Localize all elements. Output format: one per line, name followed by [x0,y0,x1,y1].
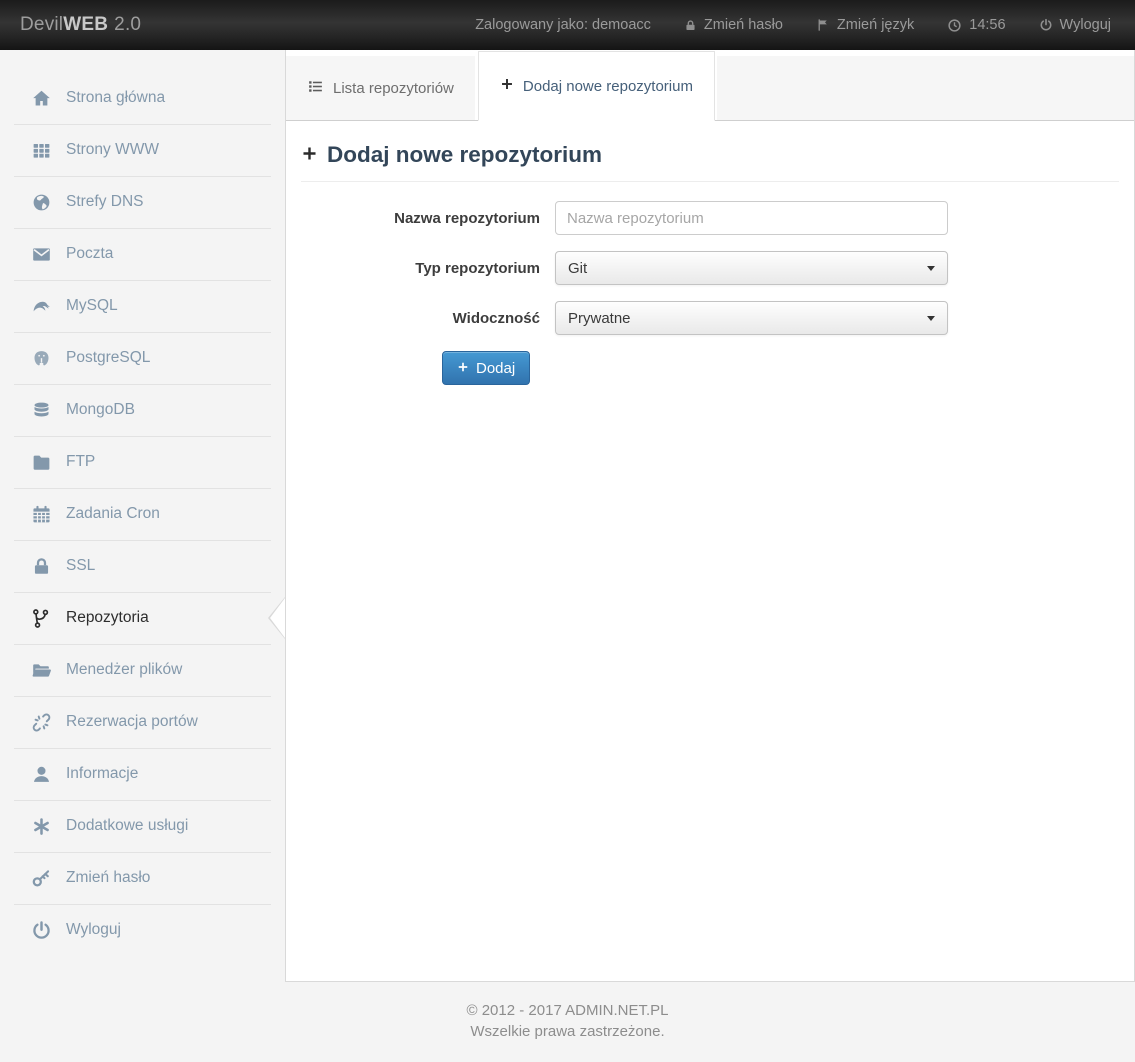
folder-open-icon [29,660,53,681]
sidebar-item-change-password[interactable]: Zmień hasło [0,852,285,904]
tab-bar-filler [717,56,1134,120]
git-fork-icon [29,608,53,629]
power-icon [29,920,53,941]
change-password-link[interactable]: Zmień hasło [684,17,783,33]
add-button[interactable]: Dodaj [442,351,530,385]
grid-icon [29,140,53,161]
form-row-type: Typ repozytorium Git [301,251,1119,285]
calendar-icon [29,504,53,525]
active-item-notch [270,598,285,638]
tab-label: Lista repozytoriów [333,80,454,97]
sidebar-item-label: MySQL [66,297,118,315]
sidebar-item-home[interactable]: Strona główna [0,72,285,124]
sidebar-item-label: Zmień hasło [66,869,150,887]
app-logo[interactable]: DevilWEB2.0 [20,14,141,36]
folder-icon [29,452,53,473]
sidebar-item-additional-services[interactable]: Dodatkowe usługi [0,800,285,852]
plus-icon [301,142,318,168]
content-card: Lista repozytoriów Dodaj nowe repozytori… [285,50,1135,982]
sidebar-item-logout[interactable]: Wyloguj [0,904,285,956]
sidebar-item-label: Dodatkowe usługi [66,817,188,835]
sidebar-item-file-manager[interactable]: Menedżer plików [0,644,285,696]
key-icon [29,868,53,889]
repo-type-label: Typ repozytorium [301,260,555,277]
tab-add-repo[interactable]: Dodaj nowe repozytorium [478,51,715,121]
mysql-dolphin-icon [29,296,53,317]
home-icon [29,88,53,109]
chain-broken-icon [29,712,53,733]
main-content: Dodaj nowe repozytorium Nazwa repozytori… [286,142,1134,385]
visibility-select[interactable]: Prywatne [555,301,948,335]
header-menu: Zalogowany jako: demoacc Zmień hasło Zmi… [475,17,1111,33]
add-repo-form: Nazwa repozytorium Typ repozytorium Git … [301,201,1119,385]
repo-type-select[interactable]: Git [555,251,948,285]
sidebar-item-mail[interactable]: Poczta [0,228,285,280]
sidebar-item-label: Menedżer plików [66,661,182,679]
sidebar-item-label: SSL [66,557,95,575]
tab-bar: Lista repozytoriów Dodaj nowe repozytori… [286,50,1134,121]
sidebar-item-label: PostgreSQL [66,349,150,367]
lock-icon [684,19,697,32]
sidebar-item-information[interactable]: Informacje [0,748,285,800]
form-actions: Dodaj [442,351,1119,385]
sidebar-item-label: FTP [66,453,95,471]
power-icon [1039,18,1053,32]
selected-value: Git [568,260,587,277]
form-row-name: Nazwa repozytorium [301,201,1119,235]
sidebar-item-dns[interactable]: Strefy DNS [0,176,285,228]
sidebar: Strona główna Strony WWW Strefy DNS Pocz… [0,50,285,956]
sidebar-item-label: Strefy DNS [66,193,144,211]
sidebar-item-repositories[interactable]: Repozytoria [0,592,285,644]
plus-icon [457,360,469,377]
lock-icon [29,556,53,577]
sidebar-item-postgresql[interactable]: PostgreSQL [0,332,285,384]
repo-name-label: Nazwa repozytorium [301,210,555,227]
plus-icon [500,77,514,95]
list-icon [307,78,324,99]
visibility-label: Widoczność [301,310,555,327]
page-title: Dodaj nowe repozytorium [301,142,1119,182]
sidebar-item-ssl[interactable]: SSL [0,540,285,592]
chevron-down-icon [927,316,935,321]
user-icon [29,764,53,785]
tab-repo-list[interactable]: Lista repozytoriów [286,56,475,120]
top-header-bar: DevilWEB2.0 Zalogowany jako: demoacc Zmi… [0,0,1135,50]
sidebar-item-mysql[interactable]: MySQL [0,280,285,332]
page-footer: © 2012 - 2017 ADMIN.NET.PL Wszelkie praw… [0,1000,1135,1042]
sidebar-item-label: Rezerwacja portów [66,713,198,731]
envelope-icon [29,244,53,265]
footer-rights: Wszelkie prawa zastrzeżone. [0,1021,1135,1042]
database-icon [29,400,53,421]
flag-icon [816,18,830,32]
form-row-visibility: Widoczność Prywatne [301,301,1119,335]
chevron-down-icon [927,266,935,271]
sidebar-item-label: Strona główna [66,89,165,107]
postgresql-elephant-icon [29,348,53,369]
globe-icon [29,192,53,213]
selected-value: Prywatne [568,310,631,327]
clock-icon [947,18,962,33]
sidebar-item-label: MongoDB [66,401,135,419]
sidebar-item-cron[interactable]: Zadania Cron [0,488,285,540]
sidebar-item-port-reservation[interactable]: Rezerwacja portów [0,696,285,748]
tab-label: Dodaj nowe repozytorium [523,78,693,95]
footer-copyright: © 2012 - 2017 ADMIN.NET.PL [0,1000,1135,1021]
sidebar-item-mongodb[interactable]: MongoDB [0,384,285,436]
sidebar-item-label: Poczta [66,245,113,263]
sidebar-item-label: Strony WWW [66,141,159,159]
server-time: 14:56 [947,17,1005,33]
sidebar-item-label: Zadania Cron [66,505,160,523]
sidebar-item-label: Repozytoria [66,609,149,627]
asterisk-icon [29,816,53,837]
sidebar-item-label: Wyloguj [66,921,121,939]
logged-in-user: Zalogowany jako: demoacc [475,17,651,33]
sidebar-item-ftp[interactable]: FTP [0,436,285,488]
sidebar-item-label: Informacje [66,765,138,783]
repo-name-input[interactable] [555,201,948,235]
change-language-link[interactable]: Zmień język [816,17,914,33]
logout-link[interactable]: Wyloguj [1039,17,1111,33]
sidebar-item-www[interactable]: Strony WWW [0,124,285,176]
